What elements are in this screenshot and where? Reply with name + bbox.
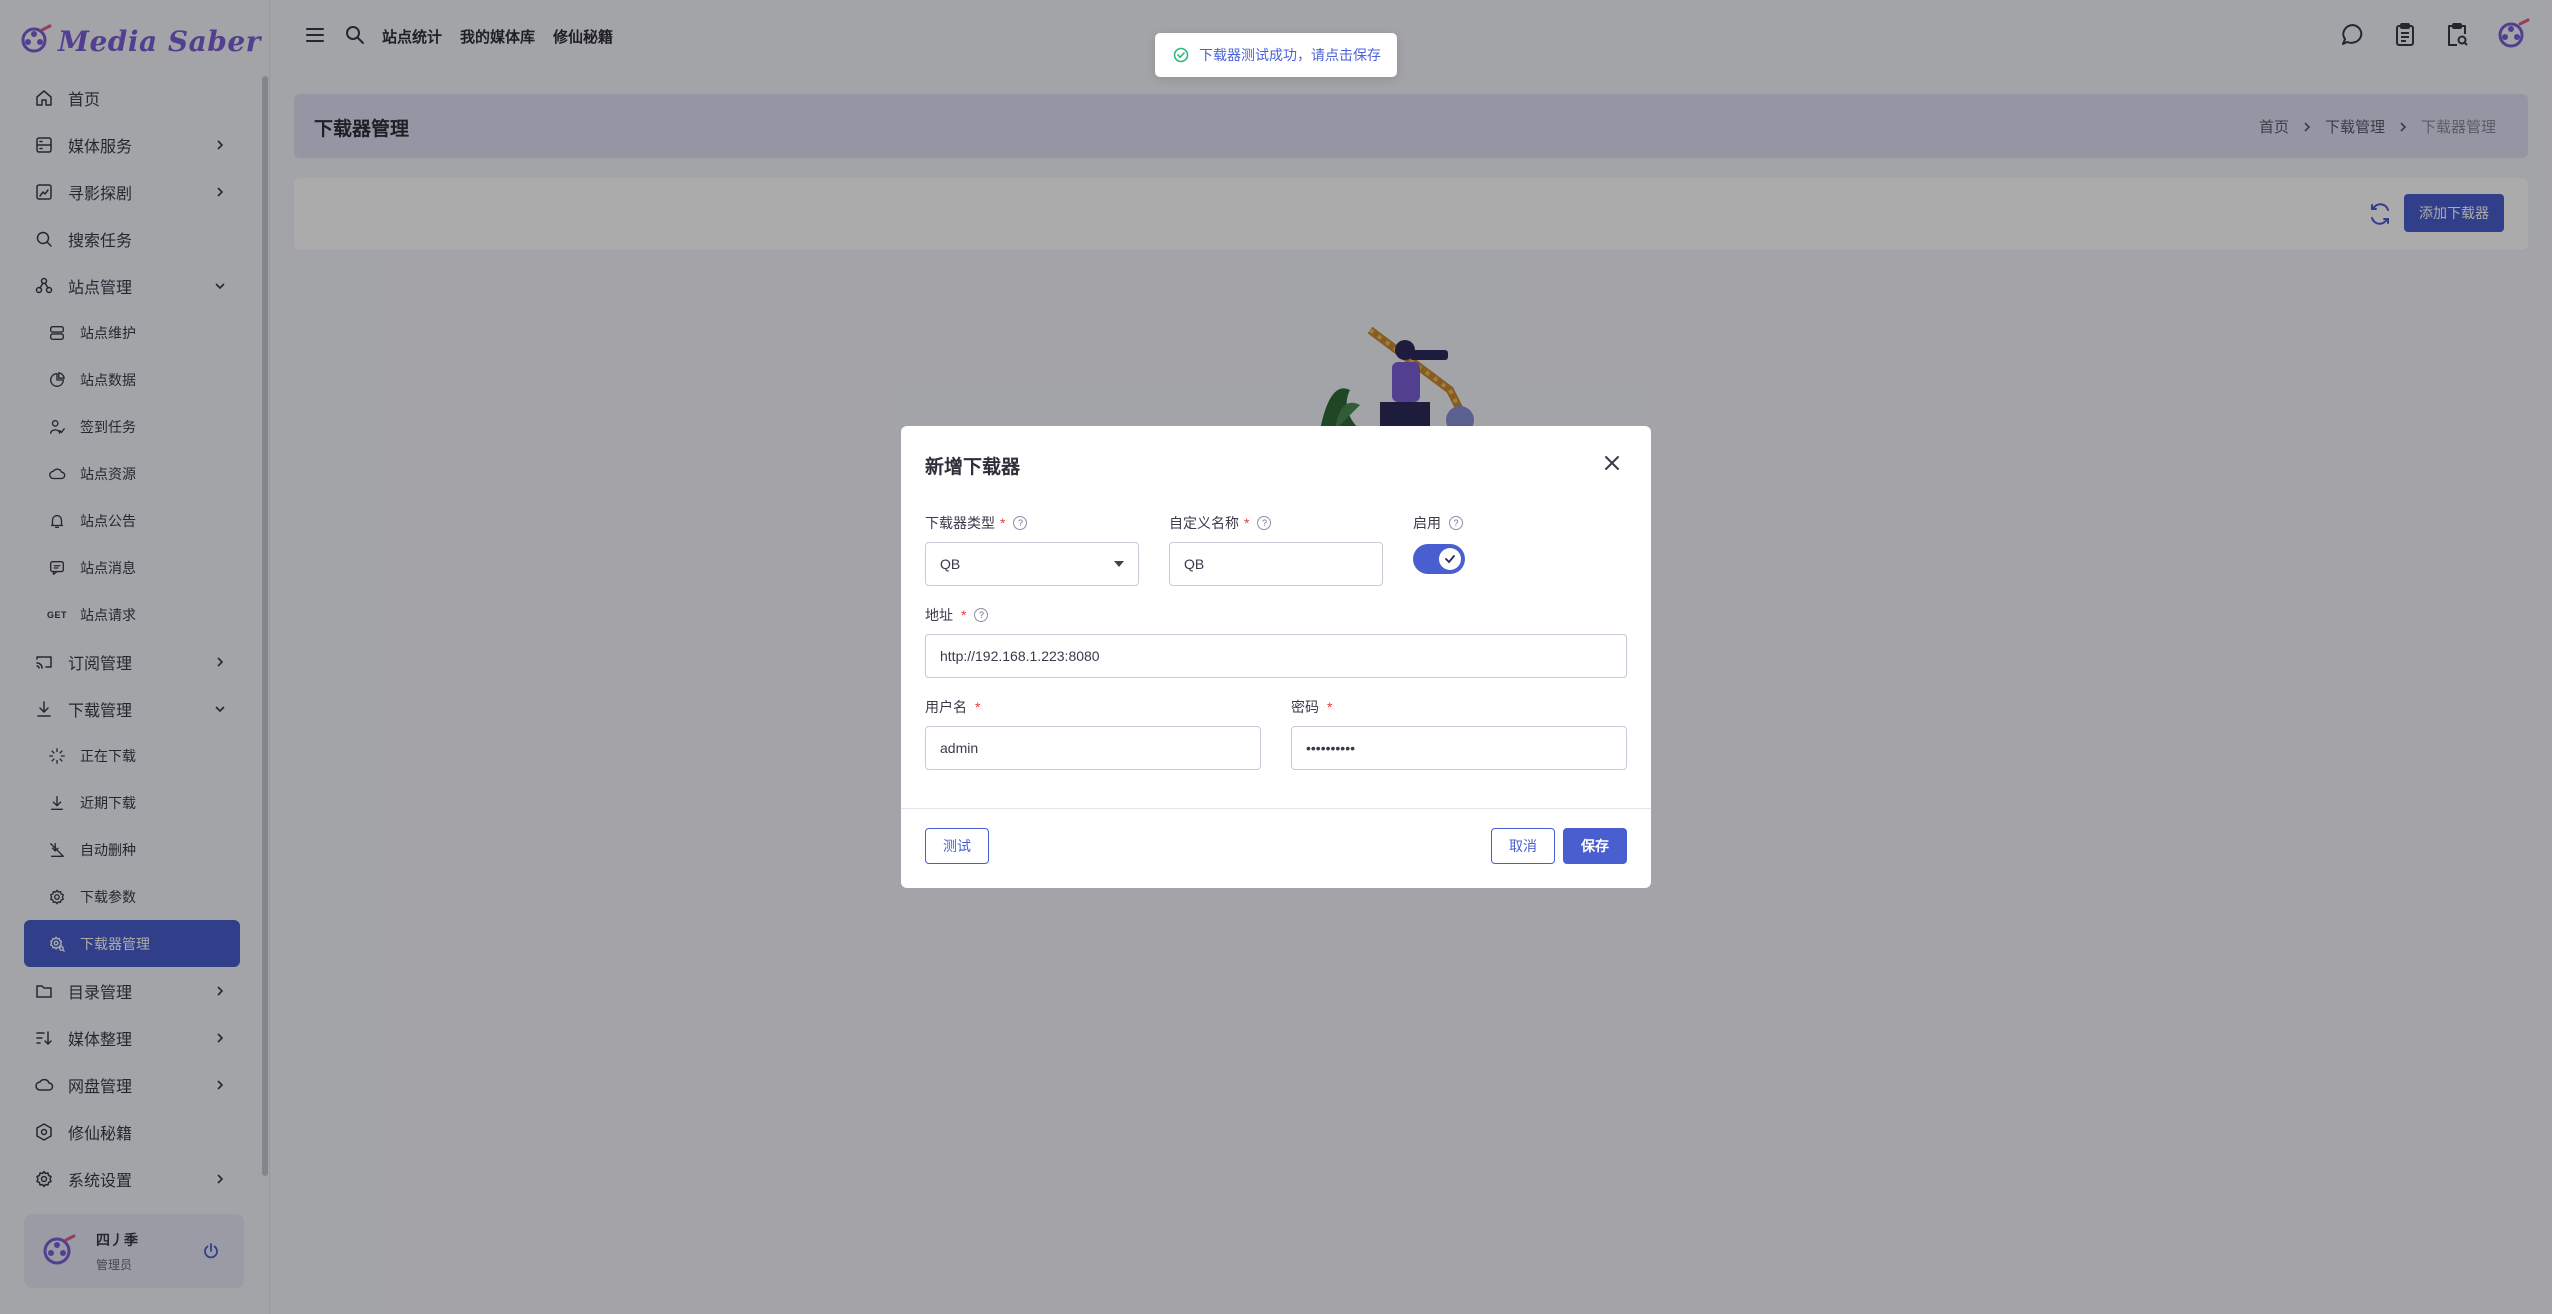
address-input[interactable]: http://192.168.1.223:8080	[925, 634, 1627, 678]
help-icon[interactable]: ?	[974, 608, 989, 622]
enabled-label: 启用	[1413, 515, 1441, 531]
help-icon[interactable]: ?	[1257, 516, 1272, 530]
enabled-field: 启用 ?	[1413, 514, 1627, 574]
required-mark: *	[961, 607, 967, 623]
downloader-type-select[interactable]: QB	[925, 542, 1139, 586]
test-button[interactable]: 测试	[925, 828, 989, 864]
username-input[interactable]: admin	[925, 726, 1261, 770]
username-label: 用户名	[925, 699, 967, 715]
address-field: 地址 * ? http://192.168.1.223:8080	[925, 606, 1627, 678]
toast-message: 下载器测试成功，请点击保存	[1199, 47, 1381, 63]
custom-name-input[interactable]: QB	[1169, 542, 1383, 586]
help-icon[interactable]: ?	[1013, 516, 1028, 530]
custom-name-label: 自定义名称	[1169, 515, 1239, 531]
caret-down-icon	[1114, 561, 1124, 567]
close-icon[interactable]	[1601, 452, 1623, 474]
custom-name-field: 自定义名称 * ? QB	[1169, 514, 1383, 586]
dialog-divider	[901, 808, 1651, 809]
check-circle-icon	[1173, 47, 1189, 63]
address-label: 地址	[925, 607, 953, 623]
address-value: http://192.168.1.223:8080	[940, 648, 1100, 664]
downloader-type-field: 下载器类型 * ? QB	[925, 514, 1139, 586]
custom-name-value: QB	[1184, 556, 1205, 572]
required-mark: *	[1244, 515, 1250, 531]
toast-notification: 下载器测试成功，请点击保存	[1155, 33, 1397, 77]
username-field: 用户名 * admin	[925, 698, 1261, 770]
enabled-toggle[interactable]	[1413, 544, 1465, 574]
password-value: ••••••••••	[1306, 740, 1356, 756]
password-label: 密码	[1291, 699, 1319, 715]
downloader-type-value: QB	[940, 556, 961, 572]
cancel-button[interactable]: 取消	[1491, 828, 1555, 864]
help-icon[interactable]: ?	[1449, 516, 1463, 530]
toggle-knob	[1439, 548, 1461, 570]
required-mark: *	[975, 699, 981, 715]
required-mark: *	[1000, 515, 1006, 531]
password-field: 密码 * ••••••••••	[1291, 698, 1627, 770]
dialog-title: 新增下载器	[925, 457, 1021, 478]
required-mark: *	[1327, 699, 1333, 715]
password-input[interactable]: ••••••••••	[1291, 726, 1627, 770]
check-icon	[1445, 555, 1455, 564]
save-button[interactable]: 保存	[1563, 828, 1627, 864]
username-value: admin	[940, 740, 979, 756]
add-downloader-dialog: 新增下载器 下载器类型 * ? QB 自定义名称 * ? QB 启用 ? 地址 …	[901, 426, 1651, 888]
downloader-type-label: 下载器类型	[925, 515, 995, 531]
